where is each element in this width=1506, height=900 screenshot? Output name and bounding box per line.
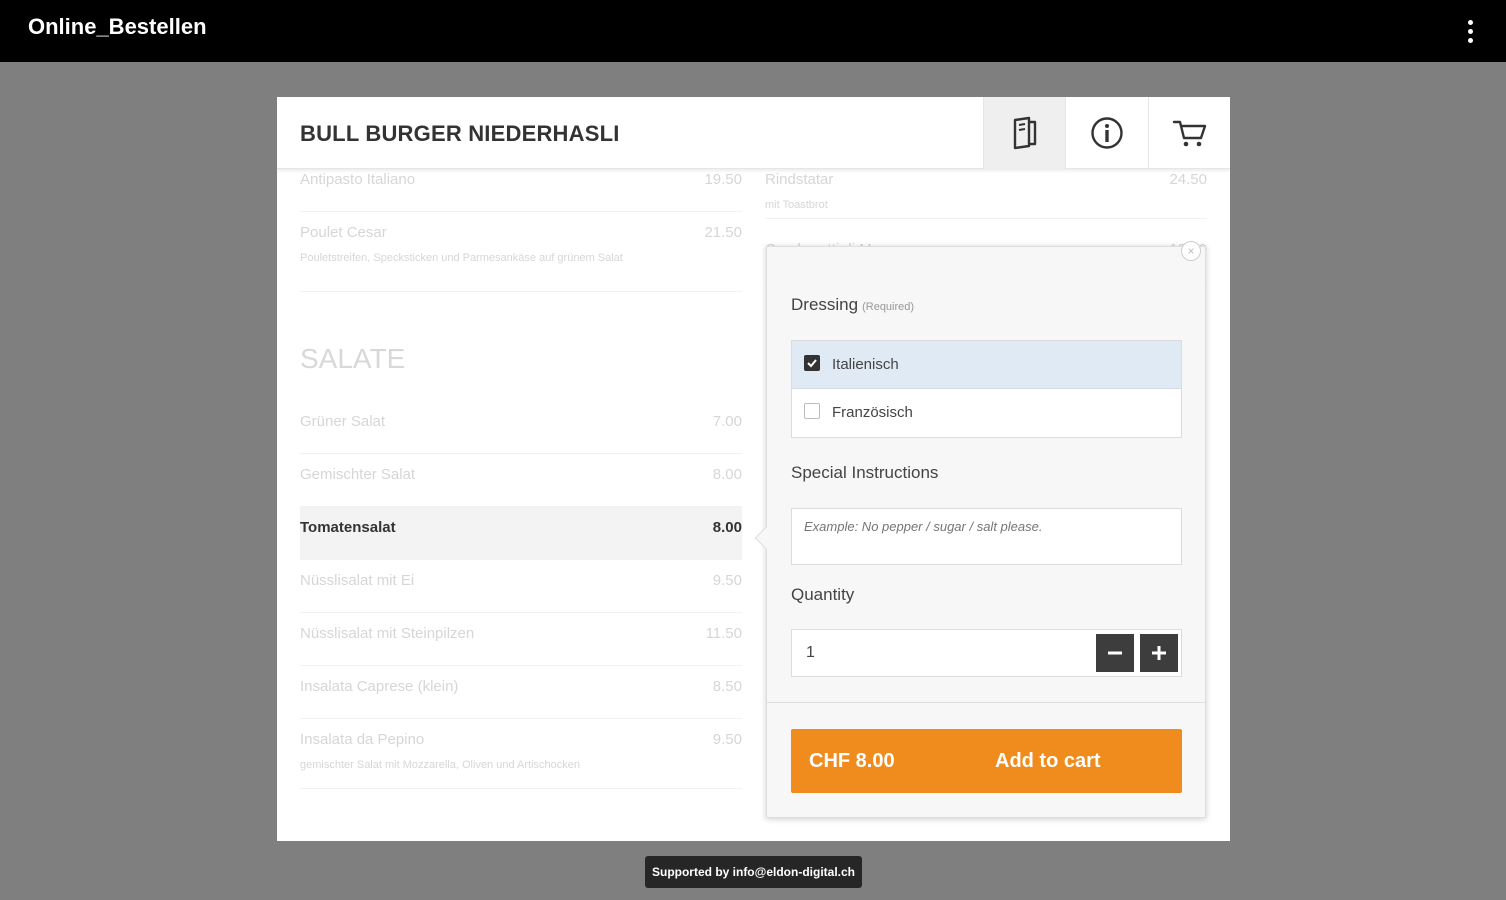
special-instructions-input[interactable] (791, 508, 1182, 565)
menu-item-name: Tomatensalat (300, 519, 396, 536)
menu-tab-button[interactable] (983, 97, 1065, 169)
quantity-stepper: 1 (791, 629, 1182, 677)
menu-item-description: gemischter Salat mit Mozzarella, Oliven … (300, 759, 581, 771)
plus-icon (1152, 646, 1166, 660)
item-options-popup: × Dressing (Required) Italienisch Französ… (754, 241, 1206, 818)
dressing-label-text: Dressing (791, 295, 859, 314)
dressing-label: Dressing (Required) (791, 295, 914, 315)
option-franzoesisch[interactable]: Französisch (792, 389, 1181, 437)
menu-item-name: Nüsslisalat mit Steinpilzen (300, 625, 475, 642)
check-icon (807, 359, 817, 368)
menu-item-name: Antipasto Italiano (300, 171, 416, 188)
add-to-cart-button[interactable]: CHF 8.00 Add to cart (791, 729, 1182, 793)
menu-item-price: 8.50 (712, 678, 742, 695)
menu-item[interactable]: Nüsslisalat mit Ei 9.50 (300, 560, 742, 613)
menu-item-name: Nüsslisalat mit Ei (300, 572, 415, 589)
menu-item-price: 9.50 (712, 731, 742, 748)
restaurant-name: BULL BURGER NIEDERHASLI (300, 121, 620, 146)
menu-book-icon (1013, 116, 1036, 150)
menu-item[interactable]: Insalata Caprese (klein) 8.50 (300, 666, 742, 719)
option-label: Italienisch (832, 356, 899, 373)
option-italienisch[interactable]: Italienisch (792, 341, 1181, 389)
section-title: SALATE (300, 343, 406, 374)
special-instructions-label: Special Instructions (791, 463, 939, 482)
menu-item-name: Grüner Salat (300, 413, 386, 430)
menu-item-price: 19.50 (704, 171, 742, 188)
info-tab-button[interactable] (1065, 97, 1147, 169)
menu-item-name: Poulet Cesar (300, 224, 387, 241)
menu-item-name: Insalata da Pepino (300, 731, 425, 748)
required-label: (Required) (862, 301, 915, 313)
app-bar: Online_Bestellen (0, 0, 1506, 62)
add-to-cart-label: Add to cart (995, 750, 1101, 772)
checkbox-unchecked[interactable] (804, 403, 820, 419)
item-total-price: CHF 8.00 (809, 750, 895, 772)
cart-icon (1172, 120, 1206, 147)
quantity-label: Quantity (791, 585, 855, 604)
menu-item[interactable]: Gemischter Salat 8.00 (300, 454, 742, 507)
close-icon[interactable]: × (1181, 241, 1201, 261)
restaurant-header: BULL BURGER NIEDERHASLI (277, 97, 1230, 169)
menu-item[interactable]: Grüner Salat 7.00 (300, 401, 742, 454)
popup-divider (767, 702, 1205, 703)
menu-item-price: 11.50 (705, 625, 742, 642)
support-badge[interactable]: Supported by info@eldon-digital.ch (645, 856, 862, 888)
menu-item-price: 24.50 (1169, 171, 1207, 188)
menu-item-price: 9.50 (712, 572, 742, 589)
quantity-input[interactable]: 1 (806, 644, 815, 662)
menu-item-description: mit Toastbrot (765, 199, 828, 211)
menu-item-name: Gemischter Salat (300, 466, 416, 483)
info-icon (1090, 117, 1123, 149)
menu-item[interactable]: Poulet Cesar 21.50 Pouletstreifen, Speck… (300, 212, 742, 292)
menu-item[interactable]: Nüsslisalat mit Steinpilzen 11.50 (300, 613, 742, 666)
menu-item-price: 21.50 (704, 224, 742, 241)
menu-item-price: 8.00 (712, 519, 742, 536)
more-vert-icon[interactable] (1460, 14, 1480, 48)
quantity-increase-button[interactable] (1140, 634, 1178, 672)
dressing-options: Italienisch Französisch (791, 340, 1182, 438)
cart-tab-button[interactable] (1148, 97, 1230, 169)
menu-item[interactable]: Insalata da Pepino 9.50 gemischter Salat… (300, 719, 742, 789)
menu-item-price: 7.00 (712, 413, 742, 430)
menu-item-price: 8.00 (712, 466, 742, 483)
option-label: Französisch (832, 404, 913, 421)
app-title: Online_Bestellen (28, 14, 207, 39)
menu-item-selected[interactable]: Tomatensalat 8.00 (300, 507, 742, 560)
menu-item-description: Pouletstreifen, Specksticken und Parmesa… (300, 252, 623, 264)
minus-icon (1108, 651, 1122, 655)
quantity-decrease-button[interactable] (1096, 634, 1134, 672)
menu-item-name: Rindstatar (765, 171, 834, 188)
checkbox-checked[interactable] (804, 355, 820, 371)
menu-item-name: Insalata Caprese (klein) (300, 678, 459, 695)
